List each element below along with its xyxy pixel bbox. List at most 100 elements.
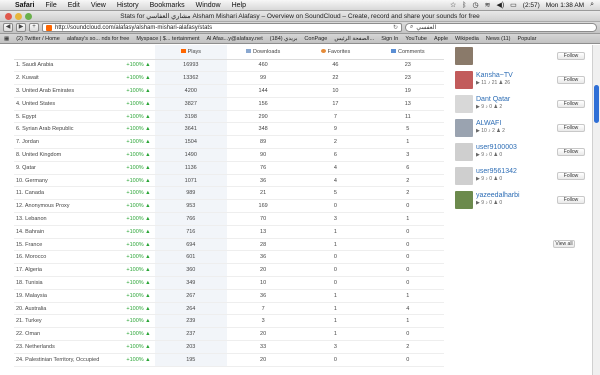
avatar[interactable] (455, 71, 473, 89)
menu-bookmarks[interactable]: Bookmarks (150, 2, 185, 9)
country-cell[interactable]: 18. Tunisia (14, 276, 125, 290)
address-bar[interactable]: http://soundcloud.com/alafasy/alsham-mis… (42, 23, 402, 32)
bookmark-sign-in[interactable]: Sign In (381, 36, 398, 42)
country-cell[interactable]: 2. Kuwait (14, 71, 125, 86)
bookmark-apple[interactable]: Apple (434, 36, 448, 42)
avatar[interactable] (455, 47, 473, 65)
menu-edit[interactable]: Edit (68, 2, 80, 9)
battery-icon[interactable]: ▭ (510, 1, 517, 9)
mac-menu-bar: Safari File Edit View History Bookmarks … (0, 0, 600, 11)
follower-name[interactable]: Dant Qatar (476, 96, 510, 103)
page-scrollbar[interactable] (592, 45, 600, 375)
country-cell[interactable]: 19. Malaysia (14, 289, 125, 303)
bookmark-wikipedia[interactable]: Wikipedia (455, 36, 479, 42)
bookmark-twitter[interactable]: (2) Twitter / Home (16, 36, 60, 42)
bookmark-news[interactable]: News (11) (486, 36, 511, 42)
country-cell[interactable]: 20. Australia (14, 302, 125, 316)
menu-window[interactable]: Window (196, 2, 221, 9)
reload-icon[interactable]: ↻ (393, 24, 398, 31)
plays-column-header[interactable]: Plays (154, 45, 227, 60)
follower-name[interactable]: ALWAFI (476, 120, 505, 127)
favorites-cell: 4 (299, 174, 372, 188)
country-cell[interactable]: 13. Lebanon (14, 212, 125, 226)
country-cell[interactable]: 12. Anonymous Proxy (14, 199, 125, 214)
avatar[interactable] (455, 191, 473, 209)
follow-button[interactable]: Follow (557, 196, 585, 204)
minimize-window-icon[interactable] (15, 13, 22, 20)
country-cell[interactable]: 24. Palestinian Territory, Occupied (14, 353, 125, 367)
menu-help[interactable]: Help (232, 2, 246, 9)
add-bookmark-button[interactable]: + (29, 23, 39, 32)
time-machine-icon[interactable]: ◷ (472, 1, 478, 9)
follow-button[interactable]: Follow (557, 172, 585, 180)
bookmark-popular[interactable]: Popular (518, 36, 537, 42)
comments-cell: 4 (371, 302, 444, 316)
comments-cell: 11 (371, 110, 444, 124)
favorites-column-header[interactable]: Favorites (299, 45, 372, 60)
window-controls (5, 13, 32, 20)
downloads-cell: 144 (226, 84, 300, 98)
follow-button[interactable]: Follow (557, 76, 585, 84)
follower-info: yazeedalharbi ▶ 9 ♪ 0 ♟ 0 (476, 189, 520, 206)
back-button[interactable]: ◀ (3, 23, 13, 32)
plays-cell: 4200 (154, 84, 227, 98)
avatar[interactable] (455, 143, 473, 161)
reading-list-icon[interactable]: ▦ (4, 36, 9, 42)
bluetooth-icon[interactable]: ᛒ (462, 2, 466, 9)
table-row: 21. Turkey +100% ▲ 239 3 1 1 (14, 314, 444, 329)
volume-icon[interactable]: ◀) (496, 1, 504, 9)
bookmark-youtube[interactable]: YouTube (405, 36, 427, 42)
follower-name[interactable]: yazeedalharbi (476, 192, 520, 199)
country-cell[interactable]: 9. Qatar (14, 161, 125, 175)
follow-button[interactable]: Follow (557, 100, 585, 108)
menu-history[interactable]: History (117, 2, 139, 9)
avatar[interactable] (455, 167, 473, 185)
country-cell[interactable]: 17. Algeria (14, 263, 125, 278)
bookmark-myspace[interactable]: Myspace | $... tertainment (136, 36, 199, 42)
country-cell[interactable]: 8. United Kingdom (14, 148, 125, 162)
country-cell[interactable]: 21. Turkey (14, 314, 125, 329)
trend-cell: +100% ▲ (124, 353, 155, 367)
follower-name[interactable]: user9561342 (476, 168, 517, 175)
bookmark-mail-inbox[interactable]: بريدي (184) (270, 36, 298, 42)
country-cell[interactable]: 14. Bahrain (14, 225, 125, 239)
forward-button[interactable]: ▶ (16, 23, 26, 32)
follow-button[interactable]: Follow (557, 124, 585, 132)
avatar[interactable] (455, 95, 473, 113)
bookmark-alafasy-soundcloud[interactable]: alafasy's so... nds for free (67, 36, 130, 42)
follower-name[interactable]: user9100003 (476, 144, 517, 151)
country-cell[interactable]: 22. Oman (14, 327, 125, 342)
menubar-clock[interactable]: Mon 1:38 AM (546, 2, 584, 9)
country-cell[interactable]: 7. Jordan (14, 135, 125, 150)
country-cell[interactable]: 6. Syrian Arab Republic (14, 122, 125, 137)
country-cell[interactable]: 5. Egypt (14, 110, 125, 124)
avatar[interactable] (455, 119, 473, 137)
follower-name[interactable]: Kansha~TV (476, 72, 513, 79)
search-field[interactable]: ⌕ العفسي (405, 23, 597, 32)
spotlight-icon[interactable]: ⌕ (590, 1, 594, 9)
star-icon[interactable]: ☆ (450, 1, 456, 9)
country-cell[interactable]: 10. Germany (14, 174, 125, 188)
country-cell[interactable]: 4. United States (14, 97, 125, 111)
wifi-icon[interactable]: ≋ (485, 1, 491, 9)
comments-column-header[interactable]: Comments (371, 45, 444, 60)
bookmark-conpage[interactable]: ConPage (304, 36, 327, 42)
bookmark-arabic-home[interactable]: الصفحة الرئيس... (334, 36, 374, 42)
downloads-column-header[interactable]: Downloads (226, 45, 300, 60)
follow-button[interactable]: Follow (557, 148, 585, 156)
menu-view[interactable]: View (91, 2, 106, 9)
close-window-icon[interactable] (5, 13, 12, 20)
country-cell[interactable]: 15. France (14, 238, 125, 252)
bookmark-alafasy-email[interactable]: Al Afas...y@alafasy.net (207, 36, 263, 42)
country-cell[interactable]: 3. United Arab Emirates (14, 84, 125, 98)
country-cell[interactable]: 23. Netherlands (14, 340, 125, 354)
follow-button[interactable]: Follow (557, 52, 585, 60)
menu-app-safari[interactable]: Safari (15, 2, 34, 9)
country-cell[interactable]: 1. Saudi Arabia (14, 59, 125, 73)
country-cell[interactable]: 16. Morocco (14, 250, 125, 265)
view-all-followers-button[interactable]: View all (553, 240, 575, 248)
scrollbar-thumb[interactable] (594, 85, 599, 123)
country-cell[interactable]: 11. Canada (14, 186, 125, 201)
menu-file[interactable]: File (45, 2, 56, 9)
zoom-window-icon[interactable] (25, 13, 32, 20)
